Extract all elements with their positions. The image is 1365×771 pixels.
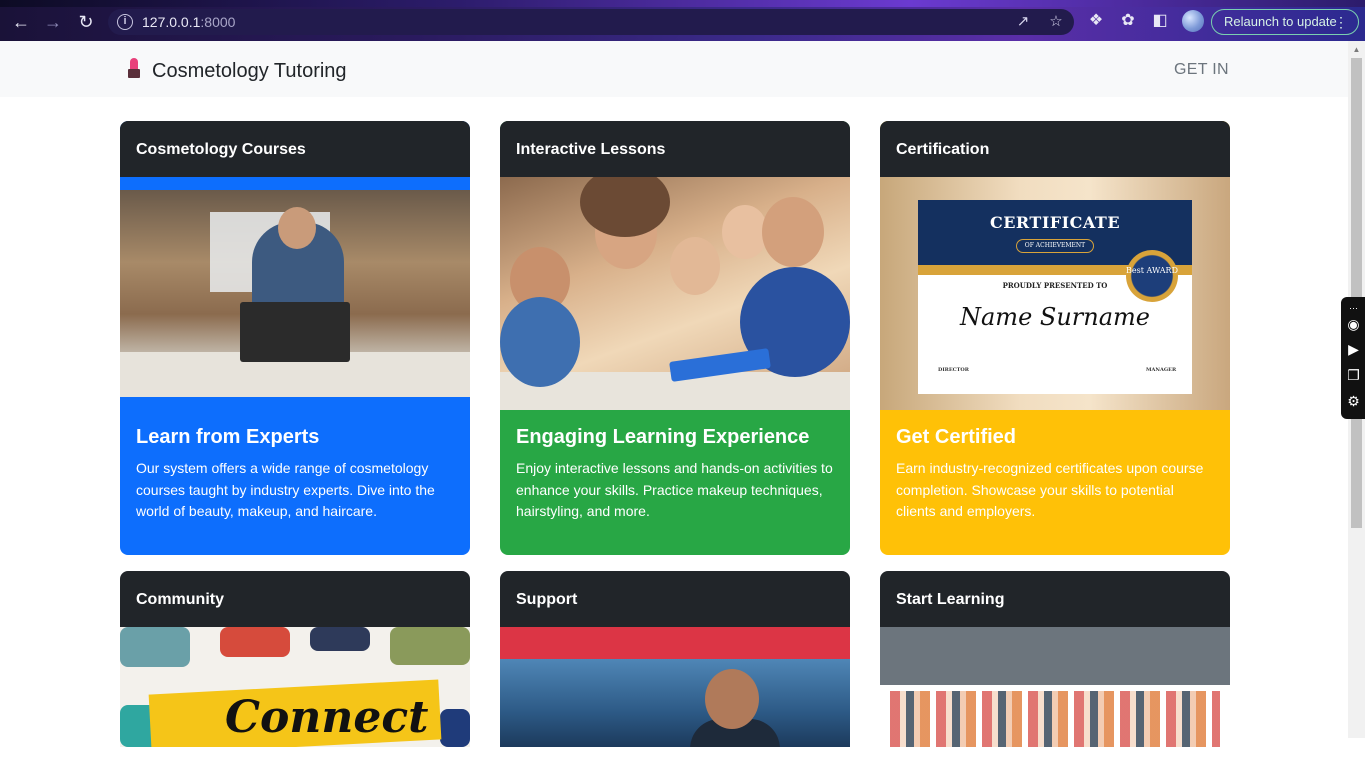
video-icon[interactable]: ▶ (1344, 340, 1363, 359)
kids-tablet-image (500, 177, 850, 410)
connect-word: Connect (225, 692, 429, 743)
scrollbar-thumb[interactable] (1351, 58, 1362, 528)
support-image (500, 627, 850, 747)
certificate-name: Name Surname (960, 303, 1150, 331)
card-title: Engaging Learning Experience (516, 426, 810, 448)
share-icon[interactable]: ↗ (1014, 13, 1032, 31)
card-header: Certification (880, 121, 1230, 177)
side-panel-icon[interactable]: ◧ (1150, 11, 1170, 31)
card-text: Our system offers a wide range of cosmet… (136, 460, 435, 519)
relaunch-button[interactable]: Relaunch to update ⋮ (1211, 9, 1359, 35)
extension-leaf-icon[interactable]: ✿ (1118, 11, 1138, 31)
certificate-presented: PROUDLY PRESENTED TO (1002, 281, 1108, 290)
profile-avatar[interactable] (1182, 10, 1204, 32)
card-body: Get Certified Earn industry-recognized c… (880, 410, 1230, 523)
card-certification: Certification CERTIFICATE OF ACHIEVEMENT… (880, 121, 1230, 555)
site-info-icon[interactable]: i (117, 14, 133, 30)
card-body: Learn from Experts Our system offers a w… (120, 410, 470, 523)
card-interactive-lessons: Interactive Lessons Engaging Learning Ex… (500, 121, 850, 555)
card-header: Community (120, 571, 470, 627)
address-bar[interactable]: i 127.0.0.1:8000 ↗ ☆ (108, 9, 1074, 35)
window-icon[interactable]: ❐ (1344, 366, 1363, 385)
extensions-icon[interactable]: ❖ (1086, 11, 1106, 31)
card-header: Interactive Lessons (500, 121, 850, 177)
reload-icon[interactable]: ↻ (76, 12, 96, 32)
forward-icon[interactable]: → (43, 12, 63, 32)
certificate-director: DIRECTOR (938, 367, 969, 373)
card-header: Start Learning (880, 571, 1230, 627)
award-seal: Best AWARD (1126, 250, 1178, 302)
scroll-up-icon[interactable]: ▲ (1352, 45, 1361, 54)
screen-capture-toolbar: ⋯ ◉ ▶ ❐ ⚙ (1341, 297, 1365, 419)
lipstick-icon (125, 58, 143, 80)
card-header: Support (500, 571, 850, 627)
site-navbar: Cosmetology Tutoring GET IN (0, 41, 1348, 97)
card-body: Engaging Learning Experience Enjoy inter… (500, 410, 850, 523)
browser-toolbar: ← → ↻ i 127.0.0.1:8000 ↗ ☆ ❖ ✿ ◧ Relaunc… (0, 0, 1365, 41)
certificate-manager: MANAGER (1146, 367, 1177, 373)
card-text: Earn industry-recognized certificates up… (896, 460, 1204, 519)
card-header: Cosmetology Courses (120, 121, 470, 177)
certificate-title: CERTIFICATE (989, 213, 1121, 232)
menu-dots-icon[interactable]: ⋮ (1334, 10, 1348, 34)
certificate-image: CERTIFICATE OF ACHIEVEMENT PROUDLY PRESE… (880, 177, 1230, 410)
card-text: Enjoy interactive lessons and hands-on a… (516, 460, 833, 519)
back-icon[interactable]: ← (11, 12, 31, 32)
tab-strip (0, 0, 1365, 7)
card-title: Learn from Experts (136, 426, 320, 448)
get-in-link[interactable]: GET IN (1174, 61, 1229, 79)
card-support: Support (500, 571, 850, 771)
card-cosmetology-courses: Cosmetology Courses Learn from Experts O… (120, 121, 470, 555)
crowd-image (880, 627, 1230, 747)
certificate-subtitle: OF ACHIEVEMENT (1016, 239, 1094, 253)
office-image (120, 177, 470, 410)
settings-gear-icon[interactable]: ⚙ (1344, 392, 1363, 411)
card-title: Get Certified (896, 426, 1017, 448)
connect-image: Connect (120, 627, 470, 747)
brand-link[interactable]: Cosmetology Tutoring (125, 58, 347, 83)
bookmark-star-icon[interactable]: ☆ (1047, 13, 1065, 31)
card-start-learning: Start Learning (880, 571, 1230, 771)
card-community: Community Connect (120, 571, 470, 771)
url-text[interactable]: 127.0.0.1:8000 (142, 14, 235, 30)
camera-icon[interactable]: ◉ (1344, 315, 1363, 334)
